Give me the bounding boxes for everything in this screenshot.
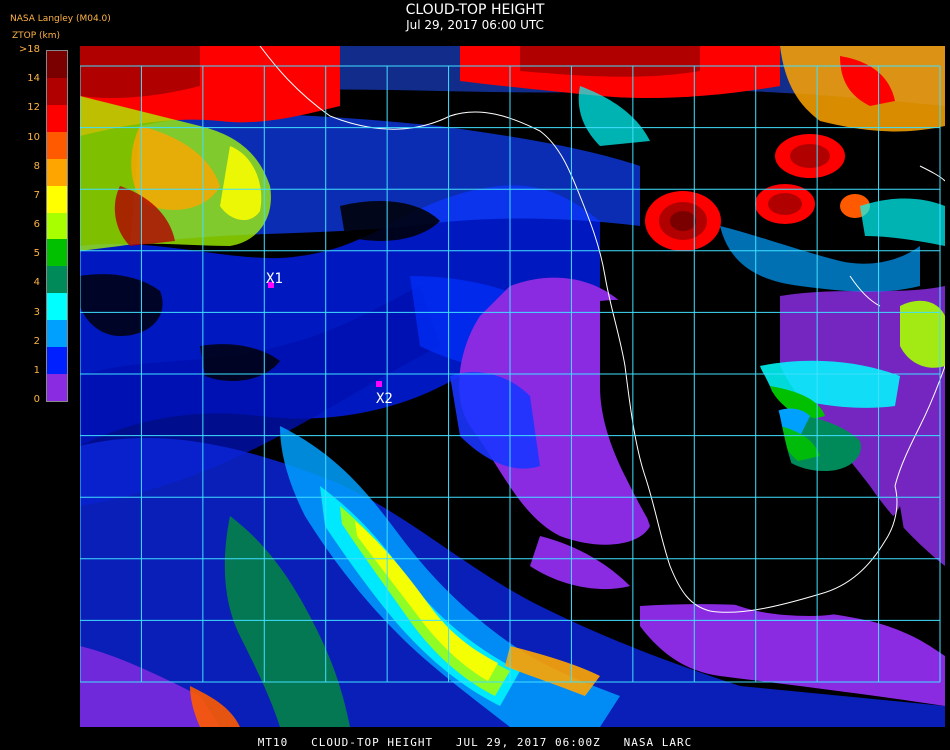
legend-swatch bbox=[47, 266, 67, 294]
legend-swatch bbox=[47, 51, 67, 79]
legend-swatch bbox=[47, 77, 67, 106]
legend-swatch bbox=[47, 104, 67, 133]
units-label: ZTOP (km) bbox=[12, 31, 61, 41]
legend-tick-label: 10 bbox=[27, 131, 40, 143]
legend-tick-label: 8 bbox=[33, 160, 40, 172]
marker-x1: X1 bbox=[266, 271, 283, 288]
legend-tick-label: 12 bbox=[27, 102, 40, 114]
legend-swatch bbox=[47, 158, 67, 187]
legend-tick-label: 1 bbox=[33, 364, 40, 376]
marker-x1-label: X1 bbox=[266, 271, 283, 287]
legend-swatch bbox=[47, 293, 67, 321]
org-label: NASA Langley (M04.0) bbox=[10, 14, 111, 24]
legend-swatch bbox=[47, 185, 67, 214]
color-scale-legend bbox=[46, 50, 68, 402]
map-title: CLOUD-TOP HEIGHT bbox=[405, 2, 545, 18]
footer-caption: MT10 CLOUD-TOP HEIGHT JUL 29, 2017 06:00… bbox=[257, 736, 693, 749]
marker-x2-point bbox=[376, 381, 382, 387]
legend-swatch bbox=[47, 374, 67, 402]
legend-tick-label: 14 bbox=[27, 73, 40, 85]
legend-swatch bbox=[47, 347, 67, 375]
cloud-top-height-map: X1 X2 bbox=[80, 46, 945, 727]
marker-x2-label: X2 bbox=[376, 391, 393, 407]
legend-swatch bbox=[47, 212, 67, 240]
legend-tick-label: 4 bbox=[33, 277, 40, 289]
legend-tick-label: 3 bbox=[33, 306, 40, 318]
map-timestamp: Jul 29, 2017 06:00 UTC bbox=[406, 18, 544, 32]
legend-tick-label: 2 bbox=[33, 335, 40, 347]
legend-tick-label: 0 bbox=[33, 394, 40, 405]
legend-swatch bbox=[47, 239, 67, 267]
legend-tick-label: 5 bbox=[33, 248, 40, 260]
legend-swatch bbox=[47, 131, 67, 160]
cloud-field bbox=[80, 46, 945, 727]
legend-tick-label: 6 bbox=[33, 219, 40, 230]
legend-tick-label: >18 bbox=[18, 44, 40, 55]
legend-swatch bbox=[47, 320, 67, 348]
legend-tick-label: 7 bbox=[33, 189, 40, 201]
